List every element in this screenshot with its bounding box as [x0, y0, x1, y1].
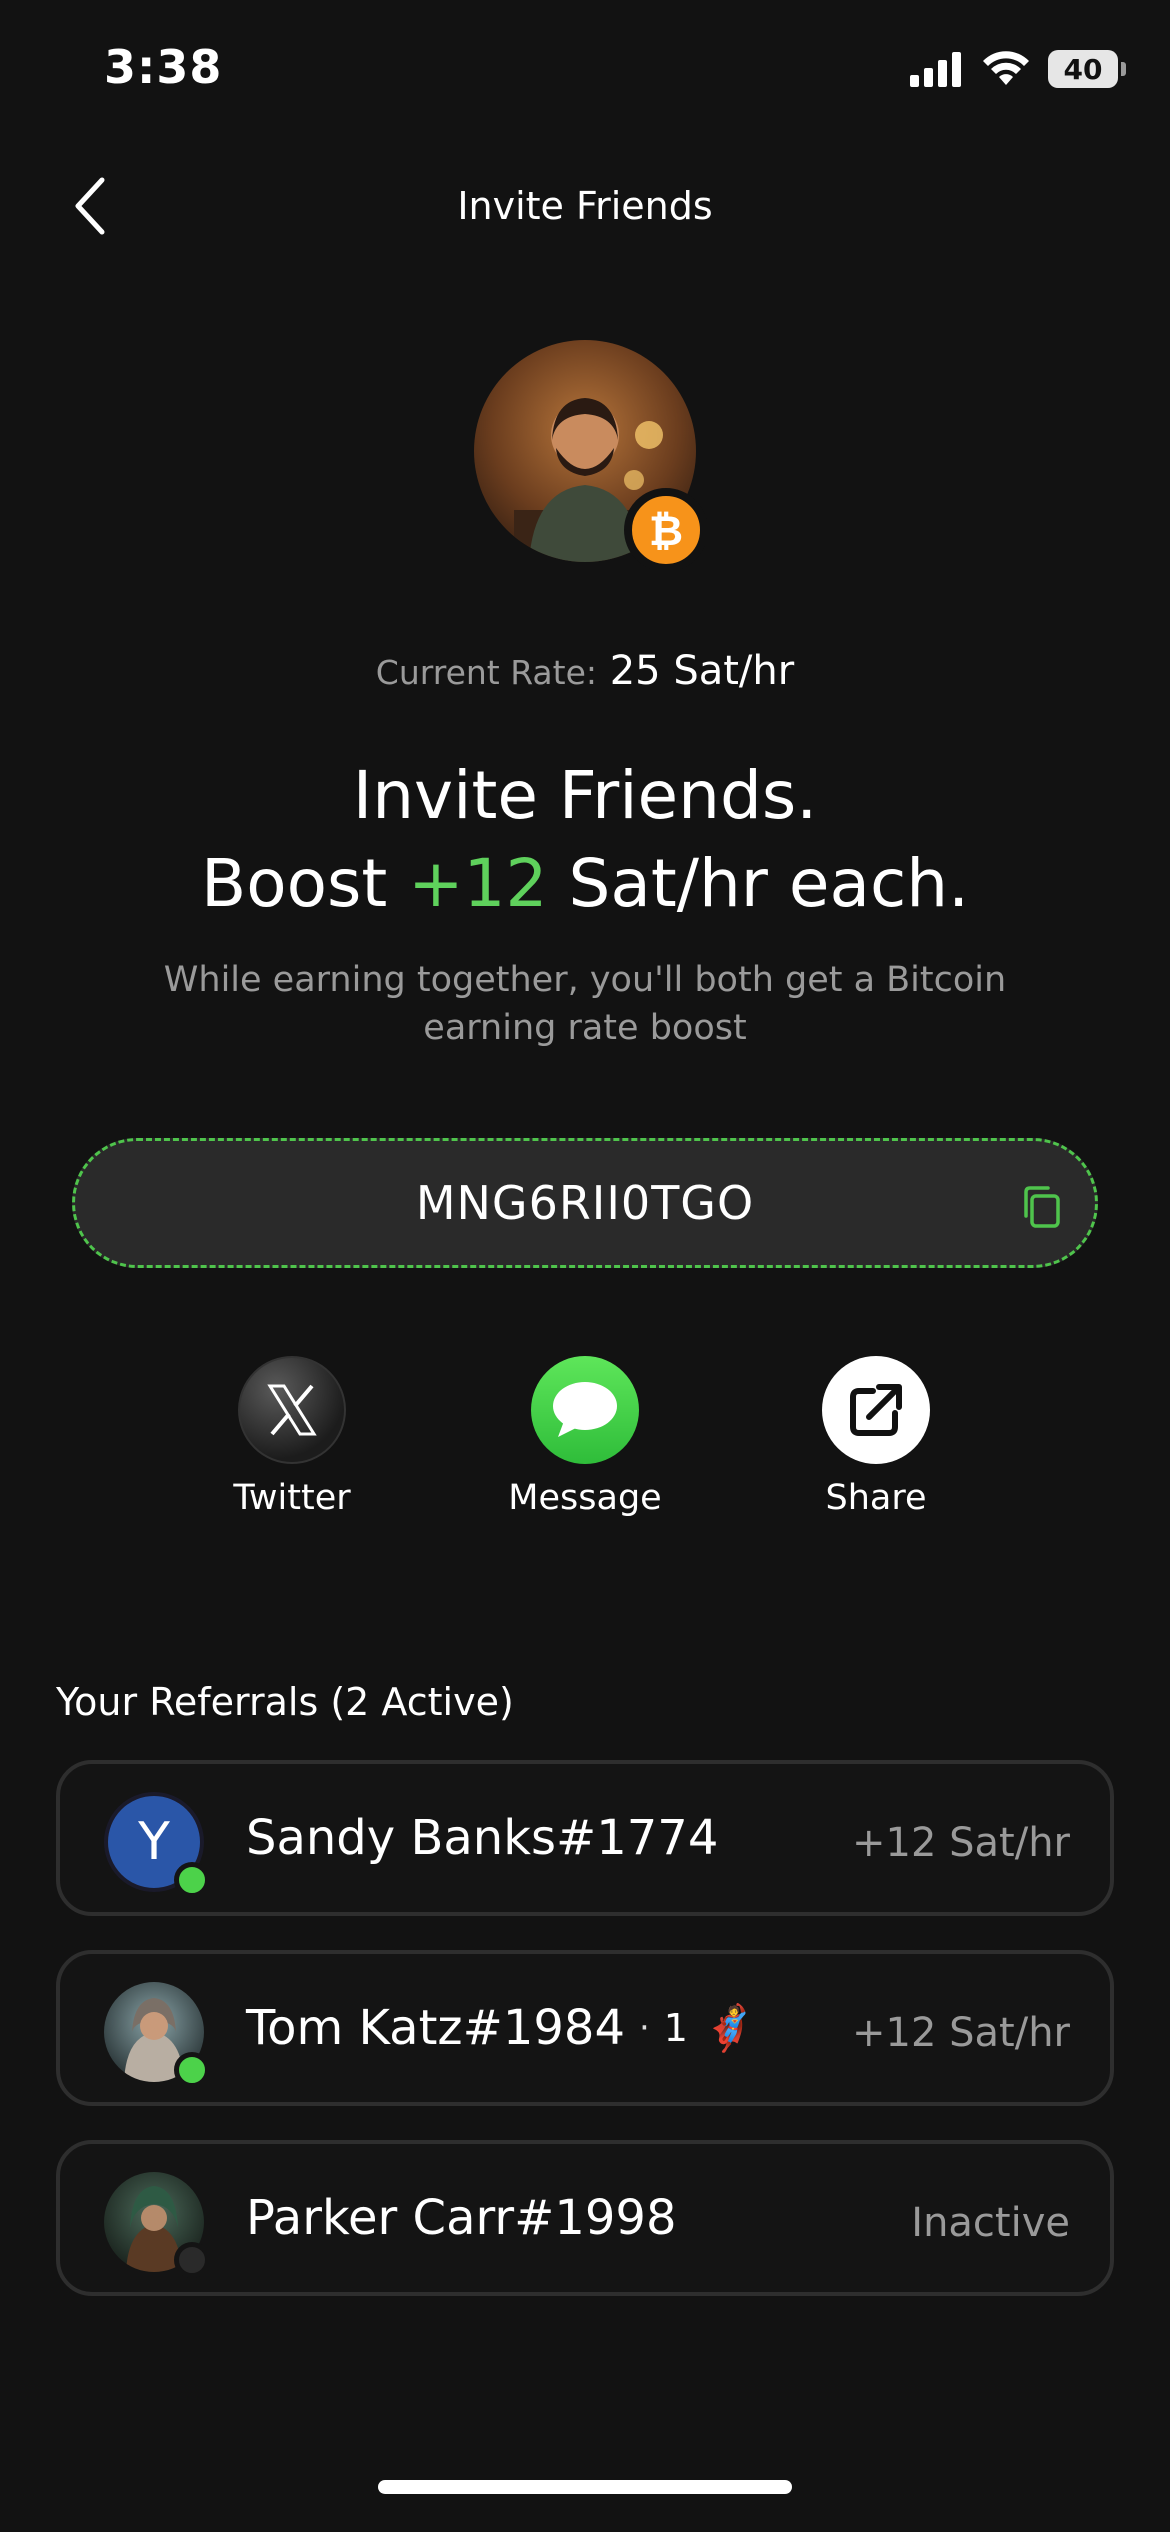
referral-name-text: Parker Carr#1998 [246, 2190, 677, 2246]
copy-icon [1024, 1186, 1060, 1228]
superhero-emoji-icon: 🦸 [701, 2003, 757, 2054]
boost-value: +12 [408, 845, 548, 922]
referral-item[interactable]: Y Sandy Banks#1774 +12 Sat/hr [56, 1760, 1114, 1916]
headline-line1: Invite Friends. [352, 757, 818, 834]
referral-item[interactable]: Tom Katz#1984 · 1 🦸 +12 Sat/hr [56, 1950, 1114, 2106]
status-icons: 40 [910, 50, 1126, 88]
boost-prefix: Boost [200, 845, 388, 922]
bitcoin-badge-icon: ₿ [624, 488, 708, 572]
referrals-title: Your Referrals (2 Active) [56, 1680, 514, 1724]
referral-name-text: Sandy Banks#1774 [246, 1810, 719, 1866]
referral-rate: +12 Sat/hr [852, 2010, 1070, 2056]
page-title: Invite Friends [457, 184, 713, 228]
referral-status: Inactive [911, 2200, 1070, 2246]
referral-name: Sandy Banks#1774 [246, 1810, 718, 1866]
inactive-status-dot [174, 2242, 210, 2278]
message-label: Message [508, 1478, 662, 1518]
twitter-label: Twitter [233, 1478, 351, 1518]
headline: Invite Friends. Boost +12 Sat/hr each. [0, 752, 1170, 928]
current-rate-value: 25 Sat/hr [609, 648, 795, 694]
avatar-letter: Y [138, 1812, 170, 1872]
active-status-dot [174, 1862, 210, 1898]
share-button[interactable]: Share [776, 1356, 976, 1518]
boost-suffix: Sat/hr each. [568, 845, 970, 922]
home-indicator[interactable] [378, 2480, 792, 2494]
x-logo-icon [238, 1356, 346, 1464]
message-bubble-icon [531, 1356, 639, 1464]
twitter-share-button[interactable]: Twitter [192, 1356, 392, 1518]
current-rate-label: Current Rate: [375, 653, 598, 692]
separator-dot: · [638, 2008, 650, 2048]
referral-rate: +12 Sat/hr [852, 1820, 1070, 1866]
subtitle: While earning together, you'll both get … [163, 960, 1007, 1048]
wifi-icon [983, 51, 1029, 85]
battery-indicator: 40 [1048, 50, 1126, 88]
referral-name: Parker Carr#1998 [246, 2190, 676, 2246]
copy-code-button[interactable] [1013, 1179, 1069, 1235]
share-external-icon [822, 1356, 930, 1464]
invite-friends-screen: 3:38 40 Invite Friends ₿ Current Rate: 2… [0, 0, 1170, 2532]
cellular-signal-icon [910, 52, 961, 87]
invite-code: MNG6RII0TGO [415, 1176, 755, 1230]
referral-name-text: Tom Katz#1984 [246, 2000, 625, 2056]
active-status-dot [174, 2052, 210, 2088]
status-time: 3:38 [104, 40, 223, 94]
message-share-button[interactable]: Message [485, 1356, 685, 1518]
referral-sub-count: 1 [663, 2006, 688, 2050]
referral-item[interactable]: Parker Carr#1998 Inactive [56, 2140, 1114, 2296]
invite-code-box[interactable]: MNG6RII0TGO [72, 1138, 1098, 1268]
referral-name: Tom Katz#1984 · 1 🦸 [246, 2000, 757, 2056]
headline-line2: Boost +12 Sat/hr each. [0, 840, 1170, 928]
share-label: Share [825, 1478, 927, 1518]
current-rate: Current Rate: 25 Sat/hr [0, 648, 1170, 694]
